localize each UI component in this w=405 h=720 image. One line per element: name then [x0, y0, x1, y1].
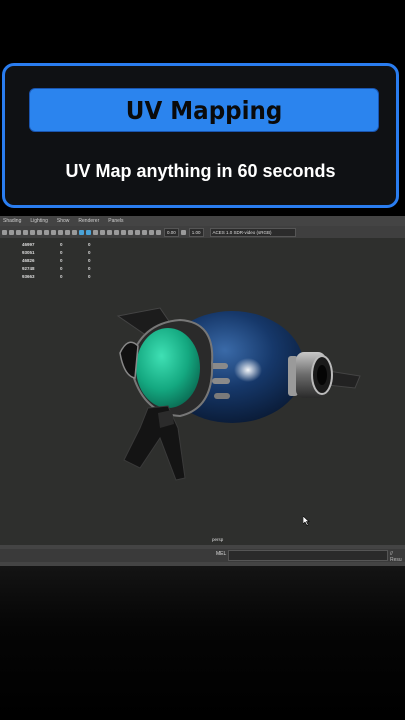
wireframe-on-shaded-icon[interactable]: [93, 229, 98, 235]
mel-label[interactable]: MEL: [216, 551, 226, 557]
lighting-icon[interactable]: [107, 229, 112, 235]
color-space-select[interactable]: ACES 1.0 SDR-video (sRGB): [209, 227, 296, 237]
title-text: UV Mapping: [125, 95, 283, 125]
film-gate-icon[interactable]: [37, 229, 42, 235]
wireframe-icon[interactable]: [79, 229, 84, 235]
gamma-field[interactable]: 1.00: [188, 227, 204, 237]
command-input[interactable]: [228, 550, 388, 561]
blurred-background: [0, 566, 405, 720]
resolution-gate-icon[interactable]: [44, 229, 49, 235]
move-icon[interactable]: [30, 229, 35, 235]
menu-show[interactable]: Show: [57, 218, 70, 224]
exposure-icon[interactable]: [156, 229, 161, 235]
command-line-bar: MEL // Resu: [0, 545, 405, 566]
title-card: UV Mapping UV Map anything in 60 seconds: [2, 63, 399, 208]
safe-title-icon[interactable]: [72, 229, 77, 235]
xray-joints-icon[interactable]: [142, 229, 147, 235]
camera-label: persp: [212, 537, 224, 542]
title-banner: UV Mapping: [29, 88, 379, 132]
exposure-field[interactable]: 0.00: [164, 227, 179, 237]
bookmark-icon[interactable]: [16, 229, 21, 235]
maya-window: Shading Lighting Show Renderer Panels 0.…: [0, 216, 405, 566]
smooth-shade-icon[interactable]: [86, 229, 91, 235]
gate-mask-icon[interactable]: [51, 229, 56, 235]
camera-icon[interactable]: [2, 229, 7, 235]
backface-icon[interactable]: [149, 229, 154, 235]
menu-panels[interactable]: Panels: [108, 218, 123, 224]
xray-icon[interactable]: [135, 229, 140, 235]
textured-icon[interactable]: [100, 229, 105, 235]
ao-icon[interactable]: [121, 229, 126, 235]
menu-shading[interactable]: Shading: [3, 218, 21, 224]
subtitle-text: UV Map anything in 60 seconds: [65, 161, 336, 181]
grid-icon[interactable]: [9, 229, 14, 235]
menu-renderer[interactable]: Renderer: [78, 218, 99, 224]
menu-lighting[interactable]: Lighting: [30, 218, 48, 224]
image-plane-icon[interactable]: [23, 229, 28, 235]
field-chart-icon[interactable]: [58, 229, 63, 235]
safe-action-icon[interactable]: [65, 229, 70, 235]
isolate-icon[interactable]: [128, 229, 133, 235]
shadows-icon[interactable]: [114, 229, 119, 235]
mouse-cursor-icon: [303, 516, 310, 526]
panel-menu-bar: Shading Lighting Show Renderer Panels: [0, 216, 405, 226]
gamma-icon[interactable]: [180, 229, 186, 235]
result-label: // Resu: [390, 551, 402, 563]
ray-gun-model-icon[interactable]: [0, 238, 405, 545]
persp-viewport[interactable]: 46997 0 0 93051 0 0 46826 0 0 92748 0 0 93663 0 0: [0, 238, 405, 545]
